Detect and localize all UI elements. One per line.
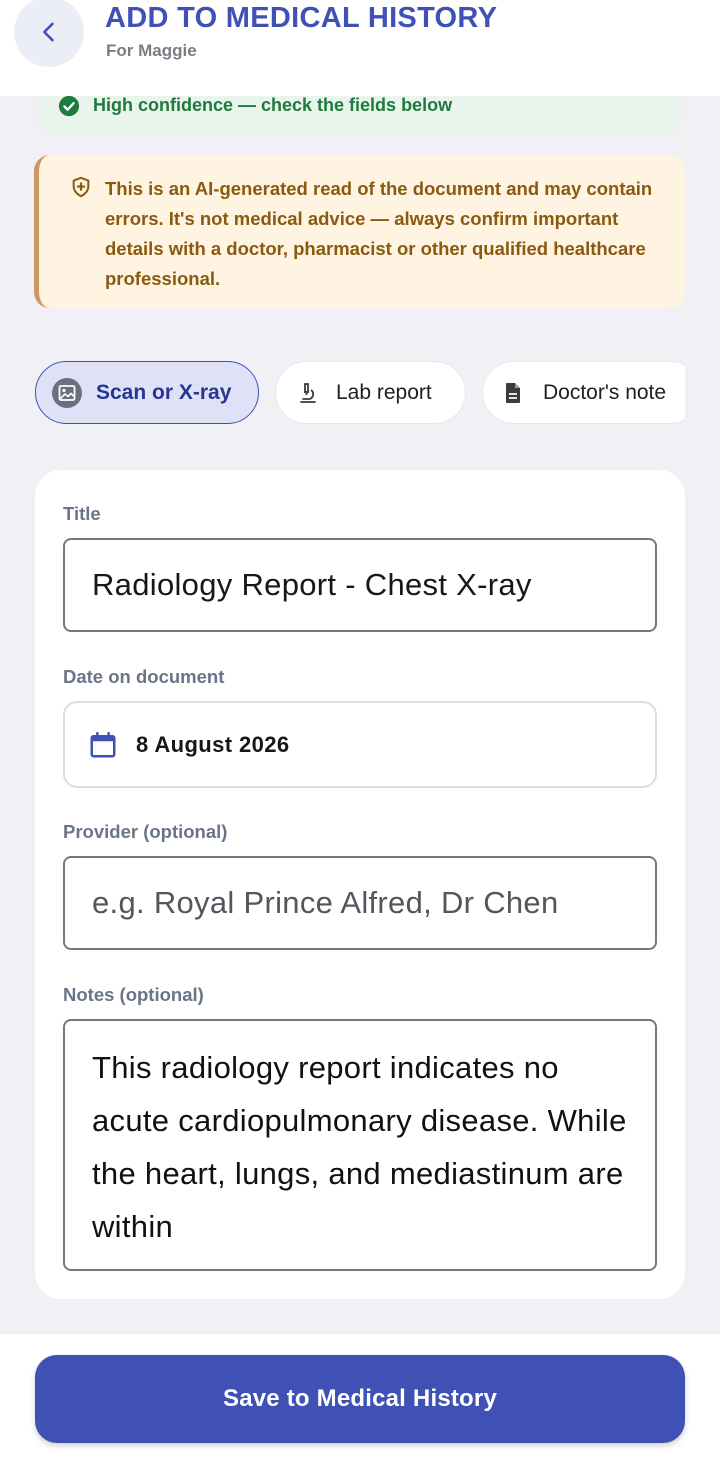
title-value: Radiology Report - Chest X-ray: [92, 567, 532, 602]
shield-plus-icon: [72, 176, 90, 198]
disclaimer-text: This is an AI-generated read of the docu…: [105, 178, 653, 289]
chip-doctors-note[interactable]: Doctor's note: [482, 361, 685, 424]
date-value: 8 August 2026: [136, 732, 290, 757]
scan-image-icon: [52, 377, 82, 408]
provider-label: Provider (optional): [63, 821, 228, 842]
footer-bar: Save to Medical History: [0, 1334, 720, 1464]
microscope-icon: [296, 381, 320, 405]
page-title: ADD TO MEDICAL HISTORY: [105, 2, 498, 34]
notes-textarea[interactable]: This radiology report indicates no acute…: [63, 1019, 657, 1271]
page-subtitle: For Maggie: [106, 41, 197, 60]
chevron-left-icon: [43, 22, 54, 42]
chip-label: Lab report: [336, 380, 432, 404]
calendar-icon: [90, 731, 116, 758]
save-button[interactable]: Save to Medical History: [35, 1355, 685, 1443]
title-input[interactable]: Radiology Report - Chest X-ray: [63, 538, 657, 632]
app-header: ADD TO MEDICAL HISTORY For Maggie: [0, 0, 720, 96]
date-label: Date on document: [63, 666, 225, 687]
notes-label: Notes (optional): [63, 984, 204, 1005]
title-label: Title: [63, 503, 101, 524]
provider-placeholder: e.g. Royal Prince Alfred, Dr Chen: [92, 885, 559, 920]
ai-disclaimer: This is an AI-generated read of the docu…: [34, 155, 685, 308]
document-type-selector: Scan or X-ray Lab report Doctor's note: [35, 361, 685, 425]
chip-label: Scan or X-ray: [96, 380, 232, 404]
chip-scan-or-xray[interactable]: Scan or X-ray: [35, 361, 259, 424]
confidence-text: High confidence — check the fields below: [93, 95, 453, 115]
check-circle-icon: [58, 95, 80, 117]
provider-input[interactable]: e.g. Royal Prince Alfred, Dr Chen: [63, 856, 657, 950]
notes-value: This radiology report indicates no acute…: [92, 1050, 627, 1244]
chip-label: Doctor's note: [543, 380, 667, 404]
date-picker[interactable]: 8 August 2026: [63, 701, 657, 788]
back-button[interactable]: [14, 0, 84, 67]
chip-lab-report[interactable]: Lab report: [275, 361, 466, 424]
record-form-card: Title Radiology Report - Chest X-ray Dat…: [35, 470, 685, 1299]
document-icon: [501, 381, 525, 405]
